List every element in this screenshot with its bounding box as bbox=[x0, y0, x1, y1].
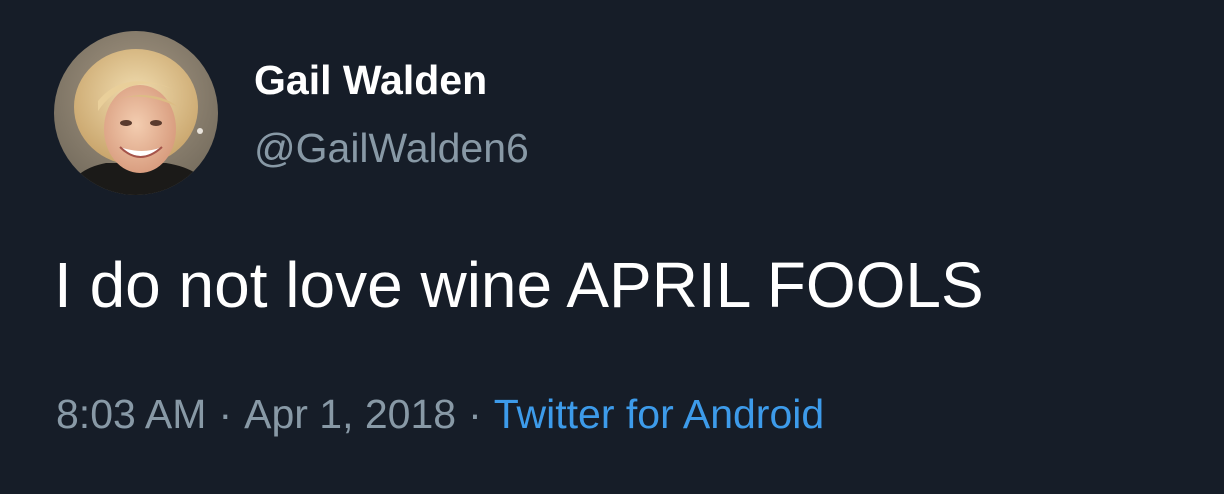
author-handle[interactable]: @GailWalden6 bbox=[254, 122, 529, 174]
tweet-metadata: 8:03 AM · Apr 1, 2018 · Twitter for Android bbox=[56, 388, 824, 440]
separator-dot: · bbox=[468, 391, 482, 437]
separator-dot: · bbox=[218, 391, 233, 437]
tweet-text: I do not love wine APRIL FOOLS bbox=[54, 249, 984, 321]
tweet-date[interactable]: Apr 1, 2018 bbox=[244, 391, 456, 437]
tweet-card: Gail Walden @GailWalden6 I do not love w… bbox=[0, 0, 1224, 494]
tweet-time[interactable]: 8:03 AM bbox=[56, 391, 206, 437]
tweet-source-link[interactable]: Twitter for Android bbox=[494, 391, 824, 437]
avatar[interactable] bbox=[54, 31, 218, 195]
author-display-name[interactable]: Gail Walden bbox=[254, 54, 487, 106]
